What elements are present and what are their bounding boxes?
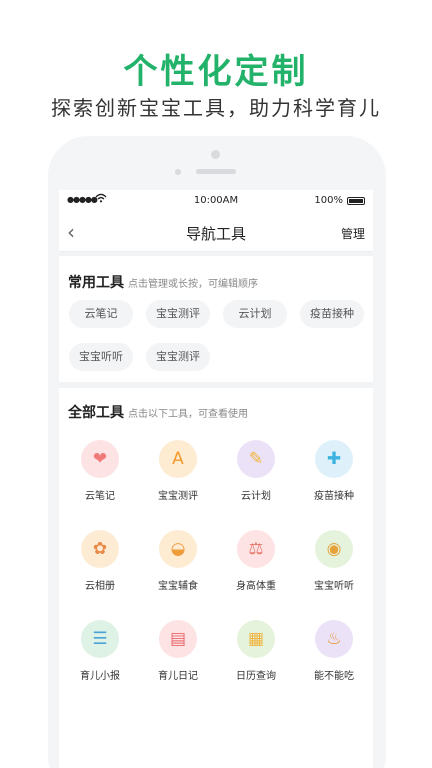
tool-item[interactable]: ✎ 云计划: [217, 440, 295, 502]
promo-title: 个性化定制: [123, 52, 309, 92]
common-tool-chip[interactable]: 宝宝测评: [146, 343, 210, 371]
section-title: 全部工具 点击以下工具，可查看使用: [68, 402, 248, 422]
tool-icon-glyph: ✿: [92, 539, 108, 559]
common-tool-chip[interactable]: 云计划: [223, 300, 287, 328]
tool-icon-glyph: ❤: [92, 449, 108, 469]
tool-item[interactable]: ⚖ 身高体重: [217, 530, 295, 592]
manage-button[interactable]: 管理: [341, 225, 365, 242]
all-tools-hint: 点击以下工具，可查看使用: [128, 409, 248, 420]
tool-item[interactable]: ❤ 云笔记: [61, 440, 139, 502]
radio-icon: ◉: [315, 530, 353, 568]
tool-item[interactable]: ✚ 疫苗接种: [295, 440, 373, 502]
tool-icon-glyph: ◒: [170, 539, 186, 559]
app-screen: ●●●●● 10:00AM 100% ‹ 导航工具 管理 常用工具 点击管理或长按…: [59, 190, 373, 768]
battery-percent: 100%: [314, 195, 343, 206]
section-title: 常用工具 点击管理或长按，可编辑顺序: [68, 272, 258, 292]
tool-icon-glyph: ▤: [169, 629, 187, 649]
nav-bar: ‹ 导航工具 管理: [59, 212, 373, 252]
battery-icon: [347, 197, 365, 205]
tool-item[interactable]: ☰ 育儿小报: [61, 620, 139, 682]
common-tools-hint: 点击管理或长按，可编辑顺序: [128, 279, 258, 290]
tool-icon-glyph: ◉: [326, 539, 342, 559]
vaccine-icon: ✚: [315, 440, 353, 478]
tool-item[interactable]: ◒ 宝宝辅食: [139, 530, 217, 592]
diary-icon: ▤: [159, 620, 197, 658]
tool-item[interactable]: ▦ 日历查询: [217, 620, 295, 682]
common-tools-title: 常用工具: [68, 275, 124, 291]
cloud-album-icon: ✿: [81, 530, 119, 568]
tool-label: 育儿日记: [158, 671, 198, 682]
promo-subtitle: 探索创新宝宝工具，助力科学育儿: [51, 96, 381, 120]
common-tool-chip[interactable]: 宝宝听听: [69, 343, 133, 371]
tool-icon-glyph: ✚: [326, 449, 342, 469]
tool-label: 宝宝测评: [158, 491, 198, 502]
tool-label: 身高体重: [236, 581, 276, 592]
tool-label: 云笔记: [85, 491, 115, 502]
tool-label: 宝宝辅食: [158, 581, 198, 592]
baby-assessment-icon: A: [159, 440, 197, 478]
height-weight-icon: ⚖: [237, 530, 275, 568]
tool-icon-glyph: ♨: [326, 629, 342, 649]
tool-item[interactable]: A 宝宝测评: [139, 440, 217, 502]
tool-item[interactable]: ▤ 育儿日记: [139, 620, 217, 682]
tool-label: 日历查询: [236, 671, 276, 682]
tool-label: 云相册: [85, 581, 115, 592]
all-tools-section: 全部工具 点击以下工具，可查看使用 ❤ 云笔记 A 宝宝测评 ✎ 云计划 ✚ 疫苗接种 ✿ 云相册 ◒…: [59, 388, 373, 768]
common-tools-section: 常用工具 点击管理或长按，可编辑顺序 云笔记 宝宝测评 云计划 疫苗接种 宝宝听听…: [59, 256, 373, 382]
tool-icon-glyph: ✎: [248, 449, 264, 469]
tool-icon-glyph: A: [172, 449, 184, 469]
tool-item[interactable]: ◉ 宝宝听听: [295, 530, 373, 592]
page-title: 导航工具: [185, 225, 246, 243]
phone-sensor: [175, 169, 181, 175]
tool-item[interactable]: ♨ 能不能吃: [295, 620, 373, 682]
tool-label: 育儿小报: [80, 671, 120, 682]
common-tool-chip[interactable]: 宝宝测评: [146, 300, 210, 328]
common-tool-chip[interactable]: 云笔记: [69, 300, 133, 328]
common-tool-chip[interactable]: 疫苗接种: [300, 300, 364, 328]
tool-label: 能不能吃: [314, 671, 354, 682]
baby-food-icon: ◒: [159, 530, 197, 568]
tool-label: 宝宝听听: [314, 581, 354, 592]
can-eat-icon: ♨: [315, 620, 353, 658]
phone-speaker: [196, 169, 236, 174]
cloud-notes-icon: ❤: [81, 440, 119, 478]
cloud-plan-icon: ✎: [237, 440, 275, 478]
tool-icon-glyph: ☰: [92, 629, 108, 649]
calendar-icon: ▦: [237, 620, 275, 658]
tool-icon-glyph: ▦: [247, 629, 265, 649]
newspaper-icon: ☰: [81, 620, 119, 658]
status-bar: ●●●●● 10:00AM 100%: [59, 190, 373, 212]
tool-item[interactable]: ✿ 云相册: [61, 530, 139, 592]
phone-camera: [211, 150, 220, 159]
all-tools-title: 全部工具: [68, 405, 124, 421]
tool-label: 疫苗接种: [314, 491, 354, 502]
tool-icon-glyph: ⚖: [248, 539, 264, 559]
tool-label: 云计划: [241, 491, 271, 502]
